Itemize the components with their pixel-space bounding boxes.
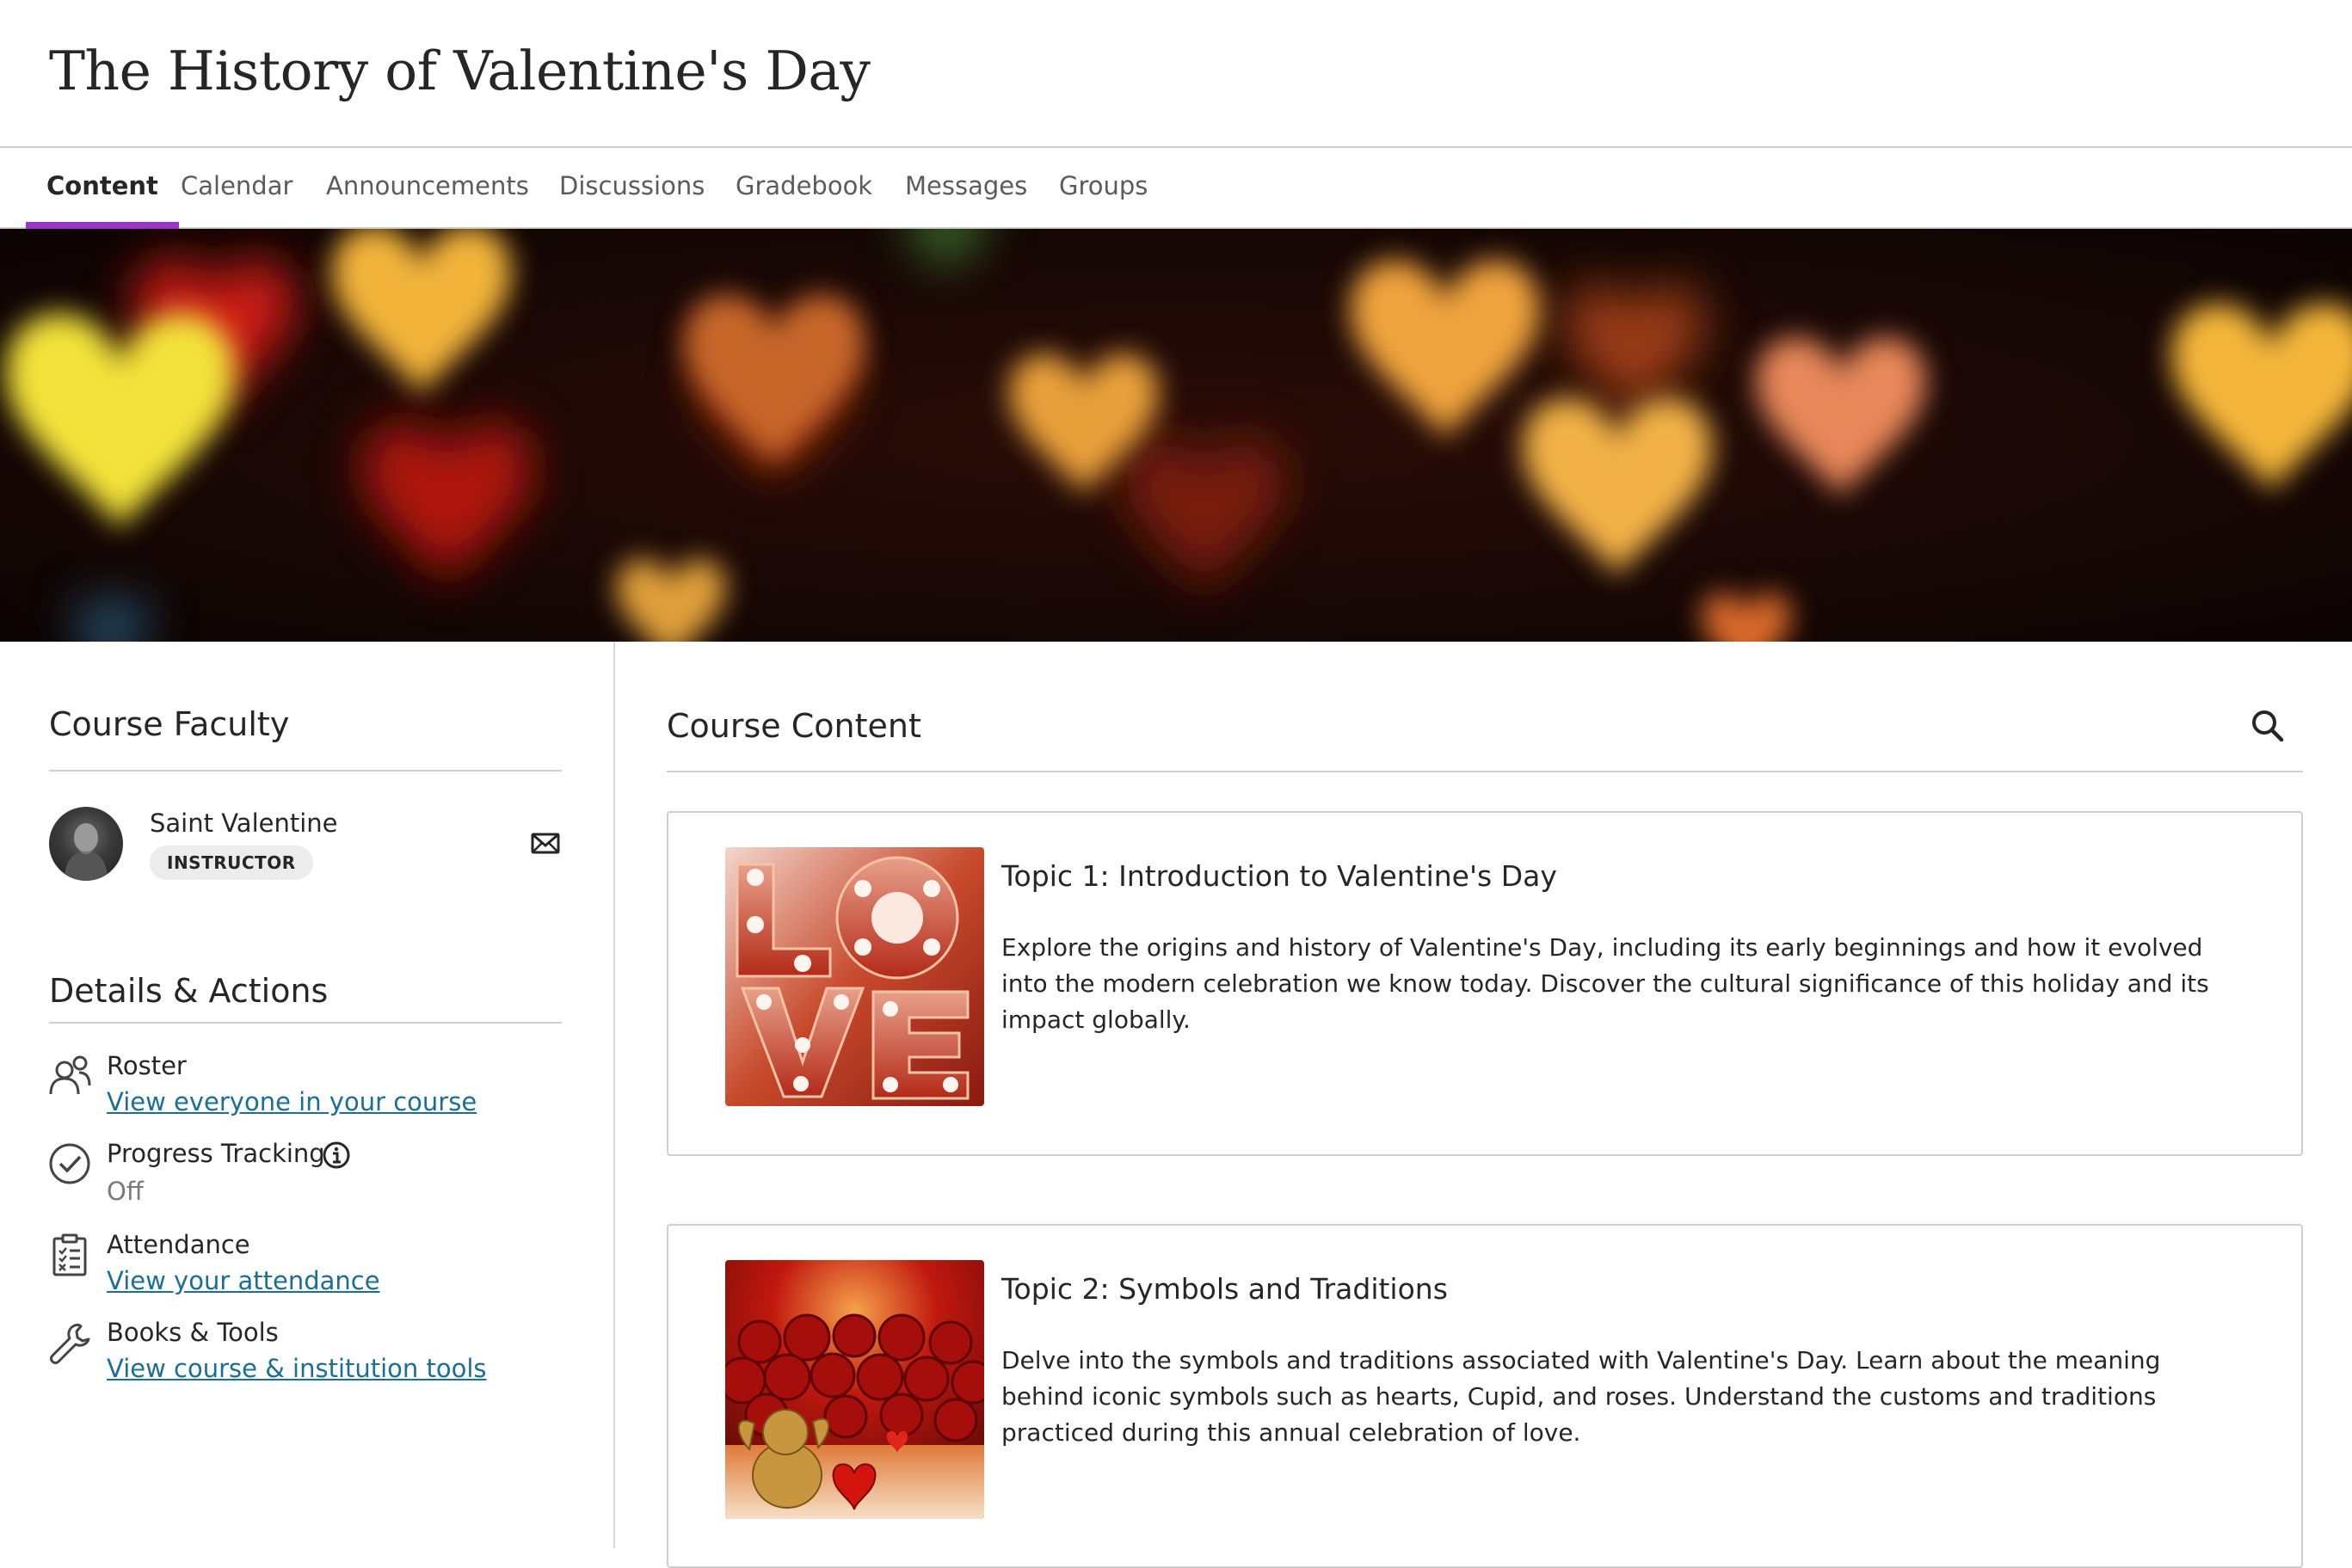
content-item-thumbnail <box>725 847 984 1106</box>
books-tools-title: Books & Tools <box>107 1318 279 1347</box>
clipboard-icon <box>48 1233 91 1276</box>
tab-content[interactable]: Content <box>26 148 179 229</box>
content-item-card[interactable]: Topic 1: Introduction to Valentine's Day… <box>667 811 2303 1156</box>
details-actions-heading: Details & Actions <box>49 972 329 1010</box>
tab-announcements[interactable]: Announcements <box>305 148 550 227</box>
attendance-title: Attendance <box>107 1230 250 1259</box>
avatar[interactable] <box>49 807 123 881</box>
roster-link[interactable]: View everyone in your course <box>107 1087 477 1116</box>
course-title: The History of Valentine's Day <box>49 40 871 102</box>
content-item-description: Delve into the symbols and traditions as… <box>1001 1346 2161 1447</box>
progress-tracking-value: Off <box>107 1177 144 1206</box>
course-faculty-heading: Course Faculty <box>49 705 290 743</box>
roster-title: Roster <box>107 1051 187 1080</box>
info-icon[interactable] <box>322 1141 351 1170</box>
books-tools-link[interactable]: View course & institution tools <box>107 1354 487 1383</box>
role-badge: INSTRUCTOR <box>150 845 313 880</box>
course-banner-image <box>0 229 2352 642</box>
content-item-card[interactable]: Topic 2: Symbols and Traditions Delve in… <box>667 1224 2303 1568</box>
content-item-thumbnail <box>725 1260 984 1519</box>
tab-calendar[interactable]: Calendar <box>160 148 313 227</box>
tab-groups[interactable]: Groups <box>1038 148 1168 227</box>
progress-tracking-title: Progress Tracking <box>107 1139 325 1168</box>
attendance-link[interactable]: View your attendance <box>107 1266 380 1295</box>
course-header: The History of Valentine's Day <box>0 0 2352 148</box>
content-divider <box>667 771 2303 772</box>
wrench-icon <box>48 1321 91 1364</box>
course-tabs: Content Calendar Announcements Discussio… <box>0 148 2352 229</box>
content-item-description: Explore the origins and history of Valen… <box>1001 933 2209 1034</box>
tab-discussions[interactable]: Discussions <box>539 148 725 227</box>
check-circle-icon <box>48 1142 91 1185</box>
content-item-title[interactable]: Topic 2: Symbols and Traditions <box>1001 1272 1448 1306</box>
course-content-heading: Course Content <box>667 707 921 745</box>
details-divider <box>49 1022 562 1024</box>
search-icon[interactable] <box>2249 707 2287 745</box>
faculty-divider <box>49 770 562 772</box>
mail-icon[interactable] <box>530 827 561 858</box>
tab-messages[interactable]: Messages <box>884 148 1048 227</box>
roster-icon <box>48 1055 91 1098</box>
content-item-title[interactable]: Topic 1: Introduction to Valentine's Day <box>1001 859 1557 893</box>
tab-gradebook[interactable]: Gradebook <box>715 148 893 227</box>
faculty-name[interactable]: Saint Valentine <box>150 809 338 838</box>
